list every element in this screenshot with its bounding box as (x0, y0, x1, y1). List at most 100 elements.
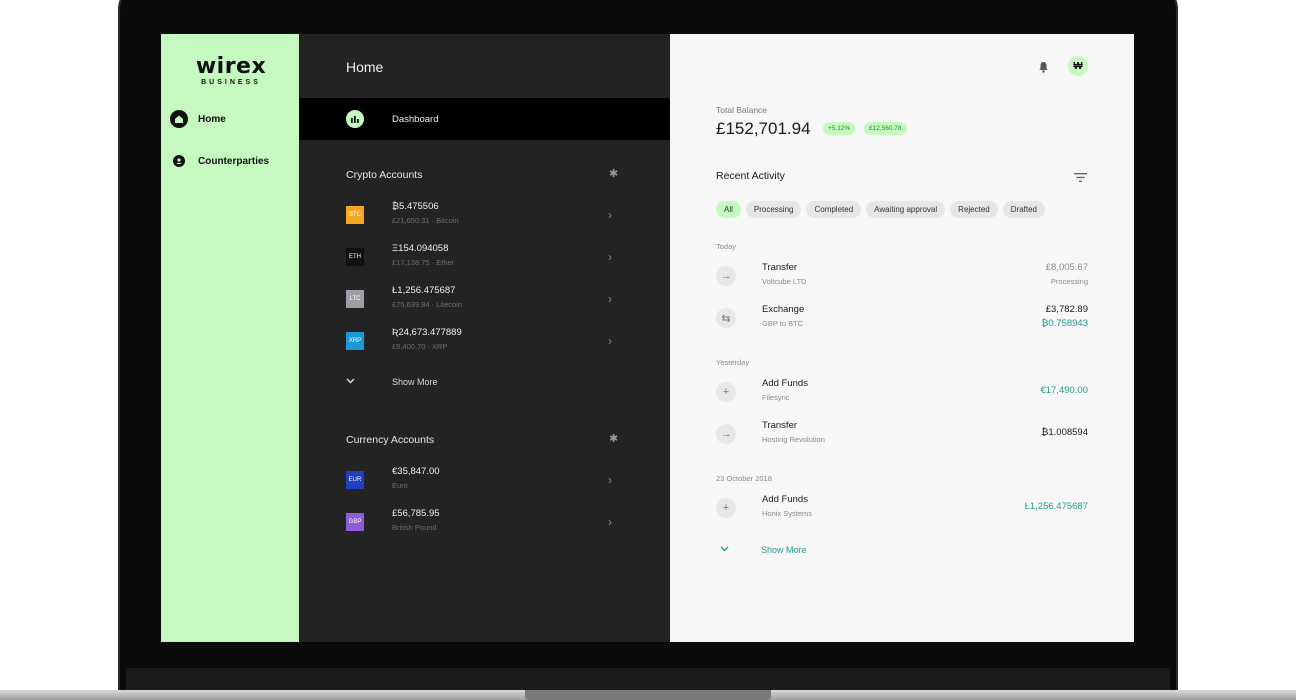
ltc-coin-icon: LTC (346, 290, 364, 308)
activity-row[interactable]: ⇆ Exchange GBP to BTC £3,782.89 ₿0.75894… (716, 302, 1088, 336)
activity-day-header: Today (716, 242, 737, 251)
activity-row[interactable]: → Transfer Voltcube LTD £8,005.67 Proces… (716, 260, 1088, 294)
avatar[interactable]: ₩ (1068, 56, 1088, 76)
crypto-account-row[interactable]: ETH Ξ154.094058 £17,138.75 · Ether › (346, 241, 626, 275)
filter-chip-rejected[interactable]: Rejected (950, 201, 998, 218)
app-screen: wirex BUSINESS Home Counterparties Home … (161, 34, 1134, 642)
sidebar: wirex BUSINESS Home Counterparties (161, 34, 299, 642)
logo-wordmark: wirex (195, 54, 267, 79)
activity-amount: £3,782.89 (1045, 304, 1088, 315)
currency-accounts-title: Currency Accounts (346, 434, 435, 446)
activity-panel: ₩ Total Balance £152,701.94 +5.12% £12,5… (670, 34, 1134, 642)
chevron-right-icon: › (608, 292, 612, 306)
eth-coin-icon: ETH (346, 248, 364, 266)
sidebar-item-label: Counterparties (198, 155, 270, 167)
activity-show-more-button[interactable]: Show More (720, 544, 807, 555)
status-filter-chips: All Processing Completed Awaiting approv… (716, 201, 1050, 218)
chevron-down-icon (720, 544, 729, 555)
btc-coin-icon: BTC (346, 206, 364, 224)
account-amount: Ξ154.094058 (392, 243, 449, 254)
logo-subtitle: BUSINESS (201, 79, 261, 86)
activity-subtitle: Hosting Revolution (762, 435, 825, 444)
chevron-right-icon: › (608, 334, 612, 348)
account-subtitle: Euro (392, 481, 408, 490)
activity-title: Add Funds (762, 378, 808, 389)
sidebar-item-label: Home (198, 113, 226, 125)
filter-chip-awaiting-approval[interactable]: Awaiting approval (866, 201, 946, 218)
filter-chip-drafted[interactable]: Drafted (1002, 201, 1045, 218)
activity-title: Add Funds (762, 494, 808, 505)
crypto-account-row[interactable]: LTC Ł1,256.475687 £75,639.84 · Litecoin … (346, 283, 626, 317)
show-more-label: Show More (761, 544, 807, 555)
sidebar-item-home[interactable]: Home (170, 110, 226, 128)
currency-account-row[interactable]: GBP £56,785.95 British Pound › (346, 506, 626, 540)
currency-account-row[interactable]: EUR €35,847.00 Euro › (346, 464, 626, 498)
account-subtitle: British Pound (392, 523, 437, 532)
person-icon (173, 155, 185, 167)
bar-chart-icon (346, 110, 364, 128)
home-icon (170, 110, 188, 128)
activity-secondary-amount: ₿0.758943 (1041, 318, 1088, 329)
account-amount: Ʀ24,673.477889 (392, 327, 462, 338)
activity-amount: £8,005.67 (1045, 262, 1088, 273)
currency-settings-gear-icon[interactable]: ✱ (609, 434, 620, 445)
account-subtitle: £17,138.75 · Ether (392, 258, 455, 267)
chevron-right-icon: › (608, 250, 612, 264)
activity-title: Transfer (762, 420, 798, 431)
crypto-show-more-button[interactable]: Show More (346, 376, 438, 387)
page-title: Home (346, 59, 384, 75)
activity-amount: Ł1,256.475687 (1024, 501, 1088, 512)
laptop-notch (525, 690, 771, 700)
recent-activity-title: Recent Activity (716, 170, 785, 182)
activity-status: Processing (1050, 277, 1088, 286)
crypto-account-row[interactable]: BTC ₿5.475506 £21,650.31 · Bitcoin › (346, 199, 626, 233)
activity-title: Transfer (762, 262, 798, 273)
account-subtitle: £8,400.70 · XRP (392, 342, 448, 351)
activity-subtitle: Filesync (762, 393, 790, 402)
eur-flag-icon: EUR (346, 471, 364, 489)
filter-icon[interactable] (1074, 169, 1087, 187)
activity-row[interactable]: → Transfer Hosting Revolution ₿1.008594 (716, 418, 1088, 452)
filter-chip-all[interactable]: All (716, 201, 741, 218)
activity-day-header: Yesterday (716, 358, 750, 367)
activity-day-header: 23 October 2018 (716, 474, 772, 483)
chevron-right-icon: › (608, 208, 612, 222)
activity-subtitle: Honix Systems (762, 509, 813, 518)
chevron-right-icon: › (608, 473, 612, 487)
change-percent-badge: +5.12% (823, 122, 856, 135)
crypto-settings-gear-icon[interactable]: ✱ (609, 169, 620, 180)
laptop-bezel (126, 668, 1170, 690)
sidebar-item-counterparties[interactable]: Counterparties (170, 155, 269, 167)
show-more-label: Show More (392, 376, 438, 387)
accounts-panel: Home Dashboard Crypto Accounts ✱ BTC ₿5.… (299, 34, 670, 642)
activity-row[interactable]: + Add Funds Honix Systems Ł1,256.475687 (716, 492, 1088, 526)
account-amount: £56,785.95 (392, 508, 440, 519)
account-subtitle: £75,639.84 · Litecoin (392, 300, 463, 309)
account-amount: Ł1,256.475687 (392, 285, 456, 296)
crypto-account-row[interactable]: XRP Ʀ24,673.477889 £8,400.70 · XRP › (346, 325, 626, 359)
xrp-coin-icon: XRP (346, 332, 364, 350)
account-amount: ₿5.475506 (392, 201, 439, 212)
chevron-down-icon (346, 376, 362, 387)
filter-chip-completed[interactable]: Completed (806, 201, 862, 218)
wirex-logo[interactable]: wirex BUSINESS (195, 54, 267, 87)
total-balance-value: £152,701.94 (716, 119, 811, 138)
exchange-icon: ⇆ (716, 308, 736, 328)
activity-row[interactable]: + Add Funds Filesync €17,490.00 (716, 376, 1088, 410)
activity-title: Exchange (762, 304, 805, 315)
activity-subtitle: Voltcube LTD (762, 277, 807, 286)
gbp-flag-icon: GBP (346, 513, 364, 531)
arrow-right-icon: → (716, 266, 736, 286)
plus-icon: + (716, 498, 736, 518)
total-balance-label: Total Balance (716, 105, 768, 115)
bell-icon[interactable] (1038, 60, 1049, 78)
arrow-right-icon: → (716, 424, 736, 444)
activity-amount: ₿1.008594 (1041, 427, 1088, 438)
crypto-accounts-title: Crypto Accounts (346, 169, 423, 181)
dashboard-label: Dashboard (392, 113, 439, 125)
filter-chip-processing[interactable]: Processing (745, 201, 802, 218)
account-amount: €35,847.00 (392, 466, 440, 477)
activity-amount: €17,490.00 (1040, 385, 1088, 396)
account-subtitle: £21,650.31 · Bitcoin (392, 216, 459, 225)
dashboard-row[interactable]: Dashboard (299, 98, 670, 140)
